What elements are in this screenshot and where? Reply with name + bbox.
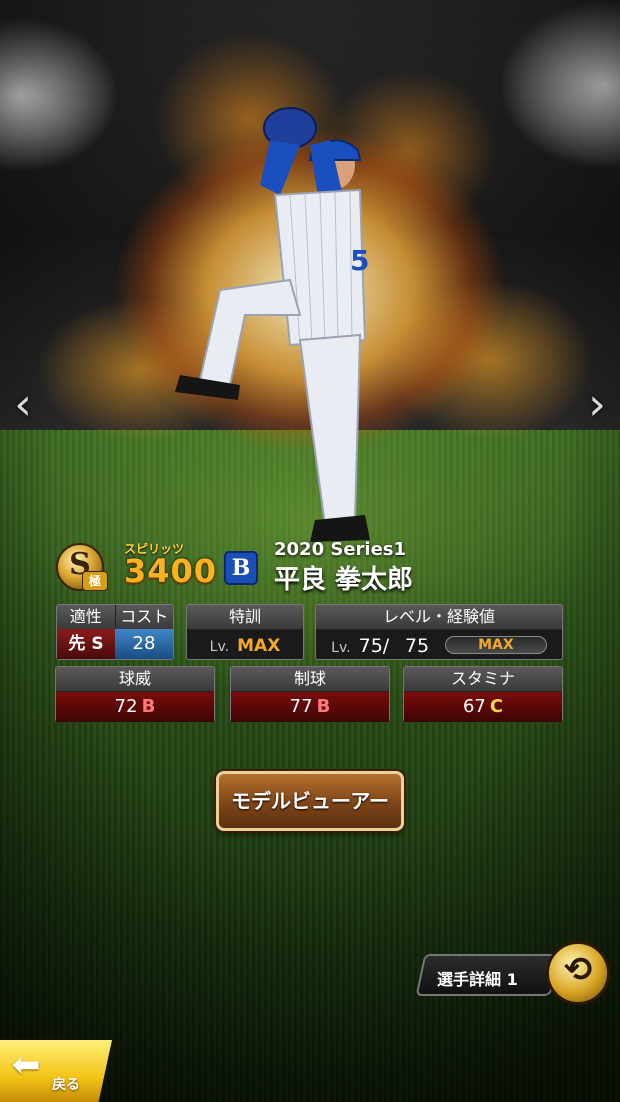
aptitude-value: 先 S — [57, 629, 115, 659]
stat-value-row: 67 C — [404, 692, 562, 722]
training-value: MAX — [237, 636, 281, 656]
swap-button[interactable]: ⟲ — [546, 941, 610, 1005]
level-header: レベル・経験値 — [316, 605, 562, 630]
stat-value: 77 — [289, 696, 313, 717]
level-current: 75/ — [358, 635, 390, 657]
level-value-row: Lv. 75/ 75 MAX — [316, 630, 562, 662]
level-max: 75 — [404, 635, 430, 657]
stat-grade: B — [141, 696, 156, 717]
rank-sub-label: 極 — [82, 571, 108, 591]
stat-value: 72 — [114, 696, 138, 717]
cost-value: 28 — [115, 629, 173, 659]
back-label[interactable]: 戻る — [52, 1074, 80, 1094]
exp-bar: MAX — [444, 636, 547, 654]
model-viewer-button[interactable]: モデルビューアー — [216, 771, 404, 831]
stat-value-row: 72 B — [56, 692, 214, 722]
chevron-right-icon[interactable]: › — [582, 380, 612, 430]
training-box: 特訓 Lv. MAX — [186, 604, 304, 660]
stat-grade: C — [489, 696, 504, 717]
svg-text:5: 5 — [350, 244, 369, 277]
player-image: 5 — [175, 107, 370, 542]
rank-badge: S 極 — [56, 543, 108, 591]
team-logo-icon: B — [224, 551, 258, 585]
stat-label: 球威 — [56, 667, 214, 692]
series-label: 2020 Series1 — [274, 539, 407, 560]
back-arrow-icon: ⬅ — [12, 1045, 41, 1085]
stat-power-box: 球威 72 B — [55, 666, 215, 722]
stat-stamina-box: スタミナ 67 C — [403, 666, 563, 722]
aptitude-header: 適性 — [57, 605, 116, 630]
stat-grade: B — [316, 696, 331, 717]
aptitude-cost-box: 適性 コスト 先 S 28 — [56, 604, 174, 660]
chevron-left-icon[interactable]: ‹ — [8, 380, 38, 430]
player-detail-label[interactable]: 選手詳細 1 — [437, 966, 518, 990]
level-exp-box: レベル・経験値 Lv. 75/ 75 MAX — [315, 604, 563, 660]
spirits-value: 3400 — [124, 552, 218, 590]
cost-header: コスト — [115, 605, 173, 630]
level-lv-prefix: Lv. — [331, 640, 351, 656]
player-name: 平良 拳太郎 — [274, 565, 414, 595]
training-value-row: Lv. MAX — [187, 630, 303, 662]
stat-value-row: 77 B — [231, 692, 389, 722]
training-header: 特訓 — [187, 605, 303, 630]
stat-label: 制球 — [231, 667, 389, 692]
training-lv-prefix: Lv. — [209, 639, 230, 655]
stat-label: スタミナ — [404, 667, 562, 692]
stat-value: 67 — [462, 696, 486, 717]
stat-control-box: 制球 77 B — [230, 666, 390, 722]
swap-arrows-icon: ⟲ — [563, 950, 593, 990]
